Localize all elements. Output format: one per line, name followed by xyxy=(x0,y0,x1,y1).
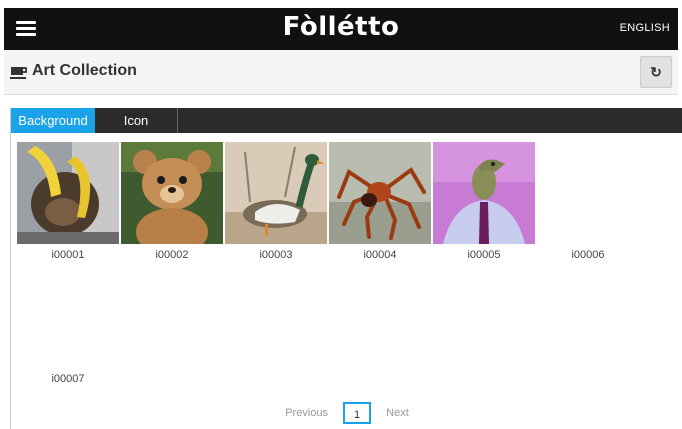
next-page-link[interactable]: Next xyxy=(386,407,409,419)
art-item-i00007[interactable]: i00007 xyxy=(17,266,119,385)
art-item-i00004[interactable]: i00004 xyxy=(329,142,431,261)
previous-page-link[interactable]: Previous xyxy=(285,407,328,419)
item-id-label: i00007 xyxy=(51,373,85,385)
top-nav-bar: Fòllétto ENGLISH xyxy=(4,8,678,50)
brand-logo: Fòllétto xyxy=(282,12,400,42)
thumbnail-duck xyxy=(225,142,327,244)
item-id-label: i00002 xyxy=(155,249,189,261)
item-id-label: i00006 xyxy=(571,249,605,261)
art-item-i00003[interactable]: i00003 xyxy=(225,142,327,261)
tab-icon[interactable]: Icon xyxy=(95,108,178,133)
coffee-cup-icon xyxy=(10,67,27,79)
art-item-i00006[interactable]: i00006 xyxy=(537,142,639,261)
collection-panel: Background Icon i00001 i00002 i00003 i00… xyxy=(10,108,682,429)
thumbnail-empty xyxy=(537,142,639,244)
art-item-i00005[interactable]: i00005 xyxy=(433,142,535,261)
item-id-label: i00005 xyxy=(467,249,501,261)
refresh-button[interactable]: ↻ xyxy=(640,56,672,88)
pagination: Previous 1 Next xyxy=(11,402,682,424)
art-item-i00001[interactable]: i00001 xyxy=(17,142,119,261)
page-header: Art Collection ↻ xyxy=(4,50,678,95)
item-id-label: i00004 xyxy=(363,249,397,261)
thumbnail-empty xyxy=(17,266,119,368)
art-item-i00002[interactable]: i00002 xyxy=(121,142,223,261)
thumbnail-teddy-bear xyxy=(121,142,223,244)
thumbnail-monkey xyxy=(17,142,119,244)
thumbnail-spider xyxy=(329,142,431,244)
page-title: Art Collection xyxy=(32,62,137,79)
thumbnail-lizard-suit xyxy=(433,142,535,244)
item-id-label: i00001 xyxy=(51,249,85,261)
current-page-button[interactable]: 1 xyxy=(343,402,372,424)
item-id-label: i00003 xyxy=(259,249,293,261)
language-selector[interactable]: ENGLISH xyxy=(620,22,670,34)
tab-background[interactable]: Background xyxy=(11,108,95,133)
tab-bar: Background Icon xyxy=(11,108,682,133)
